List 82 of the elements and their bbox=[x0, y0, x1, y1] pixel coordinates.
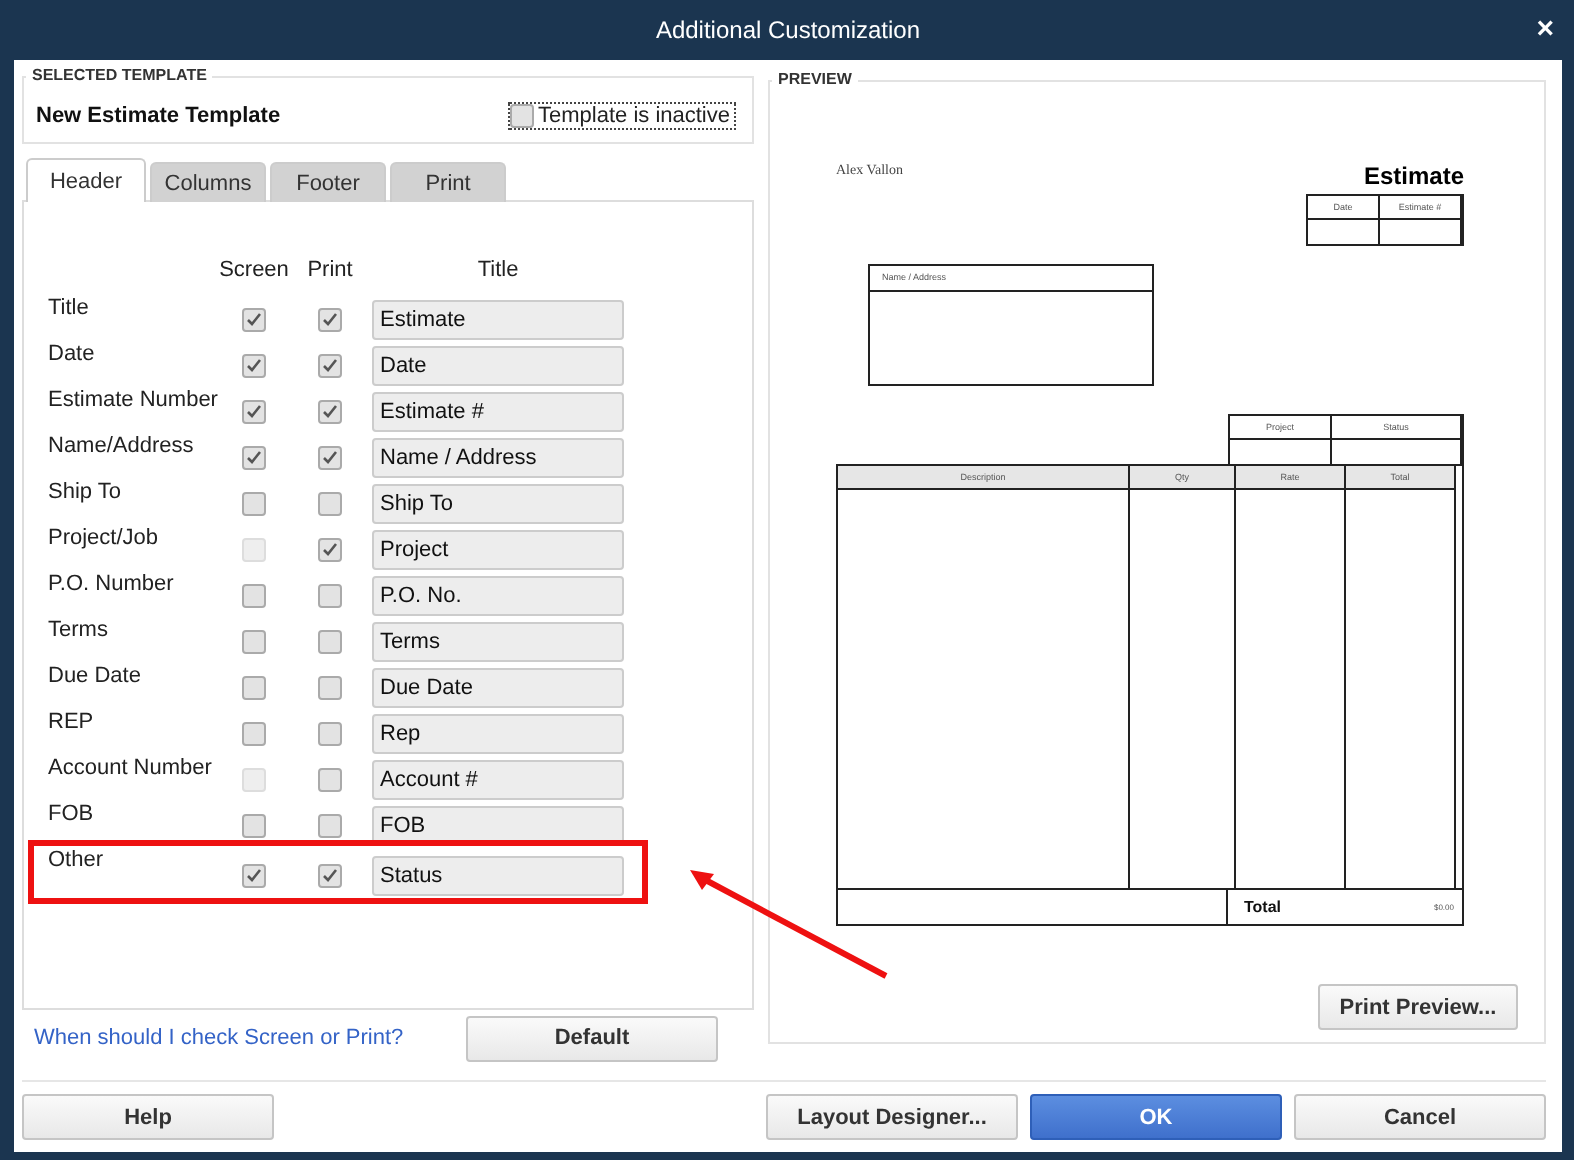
column-header: Screen bbox=[217, 258, 291, 286]
checkmark-icon bbox=[322, 542, 338, 558]
window-title: Additional Customization bbox=[655, 16, 921, 44]
screen-checkbox[interactable] bbox=[242, 492, 266, 516]
screen-checkbox[interactable] bbox=[242, 584, 266, 608]
checkmark-icon bbox=[246, 404, 262, 420]
title-field[interactable]: Date bbox=[372, 346, 624, 386]
close-button[interactable]: × bbox=[1536, 14, 1554, 44]
tab[interactable]: Header bbox=[26, 158, 146, 202]
field-label: Due Date bbox=[48, 664, 143, 688]
field-label: Title bbox=[48, 296, 91, 320]
print-checkbox[interactable] bbox=[318, 722, 342, 746]
print-checkbox[interactable] bbox=[318, 400, 342, 424]
print-checkbox[interactable] bbox=[318, 630, 342, 654]
print-checkbox[interactable] bbox=[318, 308, 342, 332]
field-label: FOB bbox=[48, 802, 96, 826]
screen-checkbox[interactable] bbox=[242, 630, 266, 654]
title-field[interactable]: Rep bbox=[372, 714, 624, 754]
tab[interactable]: Footer bbox=[270, 162, 386, 202]
screen-checkbox[interactable] bbox=[242, 400, 266, 424]
title-field[interactable]: Due Date bbox=[372, 668, 624, 708]
print-checkbox[interactable] bbox=[318, 864, 342, 888]
title-field[interactable]: Project bbox=[372, 530, 624, 570]
field-label: Other bbox=[48, 848, 106, 872]
ok-button[interactable]: OK bbox=[1030, 1094, 1282, 1140]
title-field[interactable]: FOB bbox=[372, 806, 624, 846]
print-checkbox[interactable] bbox=[318, 676, 342, 700]
checkmark-icon bbox=[322, 450, 338, 466]
column-header: Print bbox=[305, 258, 355, 286]
checkmark-icon bbox=[322, 312, 338, 328]
total-label: Total bbox=[1244, 898, 1282, 916]
print-checkbox[interactable] bbox=[318, 584, 342, 608]
title-field[interactable]: P.O. No. bbox=[372, 576, 624, 616]
screen-checkbox[interactable] bbox=[242, 446, 266, 470]
title-field[interactable]: Name / Address bbox=[372, 438, 624, 478]
field-label: Estimate Number bbox=[48, 388, 216, 412]
help-link[interactable]: When should I check Screen or Print? bbox=[34, 1026, 404, 1050]
field-label: REP bbox=[48, 710, 96, 734]
print-checkbox[interactable] bbox=[318, 446, 342, 470]
print-checkbox[interactable] bbox=[318, 814, 342, 838]
print-checkbox[interactable] bbox=[318, 768, 342, 792]
field-label: P.O. Number bbox=[48, 572, 176, 596]
dialog-button[interactable]: Help bbox=[22, 1094, 274, 1140]
template-name: New Estimate Template bbox=[36, 104, 281, 128]
title-field[interactable]: Status bbox=[372, 856, 624, 896]
field-label: Terms bbox=[48, 618, 110, 642]
print-checkbox[interactable] bbox=[318, 354, 342, 378]
title-field[interactable]: Estimate bbox=[372, 300, 624, 340]
print-checkbox[interactable] bbox=[318, 492, 342, 516]
title-field[interactable]: Ship To bbox=[372, 484, 624, 524]
print-checkbox[interactable] bbox=[318, 538, 342, 562]
checkmark-icon bbox=[246, 358, 262, 374]
document-title: Estimate bbox=[1363, 162, 1464, 190]
group-label: SELECTED TEMPLATE bbox=[26, 66, 213, 84]
tab[interactable]: Columns bbox=[150, 162, 266, 202]
checkmark-icon bbox=[322, 404, 338, 420]
title-field[interactable]: Estimate # bbox=[372, 392, 624, 432]
screen-checkbox[interactable] bbox=[242, 676, 266, 700]
field-label: Date bbox=[48, 342, 97, 366]
checkmark-icon bbox=[246, 868, 262, 884]
title-field[interactable]: Terms bbox=[372, 622, 624, 662]
checkmark-icon bbox=[246, 450, 262, 466]
screen-checkbox[interactable] bbox=[242, 722, 266, 746]
screen-checkbox[interactable] bbox=[242, 308, 266, 332]
dialog-button[interactable]: Layout Designer... bbox=[766, 1094, 1018, 1140]
checkmark-icon bbox=[246, 312, 262, 328]
screen-checkbox[interactable] bbox=[242, 864, 266, 888]
field-label: Ship To bbox=[48, 480, 123, 504]
screen-checkbox[interactable] bbox=[242, 814, 266, 838]
dialog-button[interactable]: Cancel bbox=[1294, 1094, 1546, 1140]
group-label: PREVIEW bbox=[772, 70, 858, 88]
title-field[interactable]: Account # bbox=[372, 760, 624, 800]
checkmark-icon bbox=[322, 868, 338, 884]
field-label: Project/Job bbox=[48, 526, 161, 550]
column-header: Title bbox=[475, 258, 521, 286]
tab[interactable]: Print bbox=[390, 162, 506, 202]
checkmark-icon bbox=[322, 358, 338, 374]
default-button[interactable]: Default bbox=[466, 1015, 718, 1061]
screen-checkbox[interactable] bbox=[242, 354, 266, 378]
field-label: Account Number bbox=[48, 756, 214, 780]
print-preview-button[interactable]: Print Preview... bbox=[1318, 984, 1518, 1030]
field-label: Name/Address bbox=[48, 434, 196, 458]
